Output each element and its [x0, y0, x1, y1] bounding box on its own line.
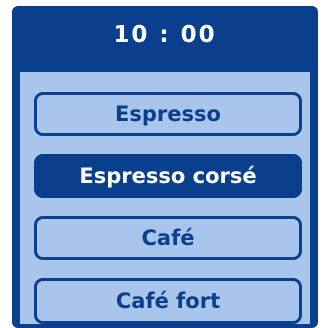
menu-item-cafe-fort[interactable]: Café fort [34, 278, 302, 324]
menu-item-cafe[interactable]: Café [34, 216, 302, 260]
clock-display: 10 : 00 [113, 22, 217, 48]
menu-item-espresso-corse[interactable]: Espresso corsé [34, 154, 302, 198]
display-frame: 10 : 00 Espresso Espresso corsé Café Caf… [12, 6, 318, 328]
menu-screen: Espresso Espresso corsé Café Café fort [20, 72, 310, 324]
menu-item-espresso[interactable]: Espresso [34, 92, 302, 136]
